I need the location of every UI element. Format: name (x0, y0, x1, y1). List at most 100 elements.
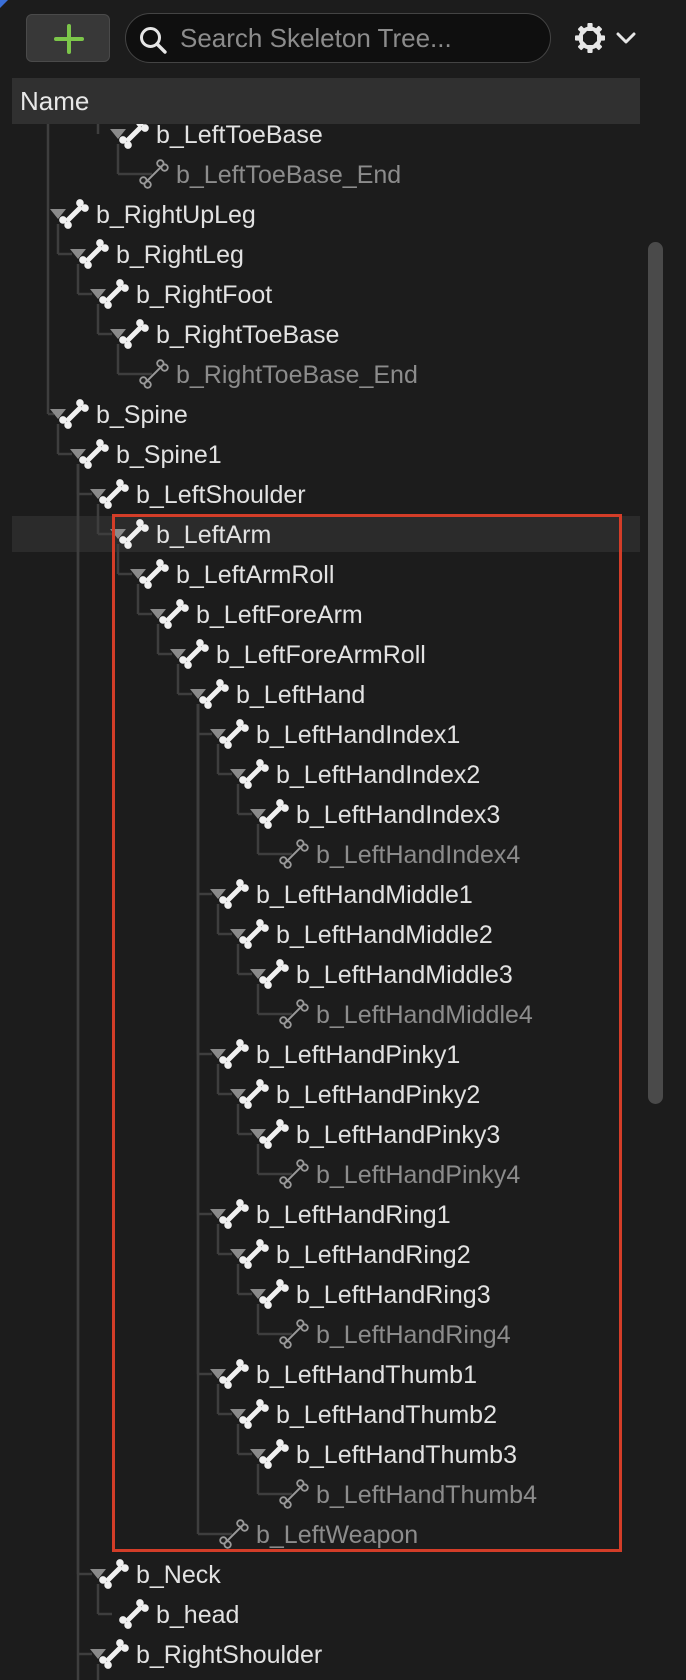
bone-label: b_LeftHandPinky1 (256, 1041, 460, 1069)
bone-icon (219, 1199, 249, 1229)
tree-row[interactable]: b_LeftHandMiddle4 (279, 999, 533, 1029)
bone-label: b_LeftHandRing1 (256, 1201, 451, 1229)
bone-icon (199, 679, 229, 709)
vertical-scrollbar[interactable] (648, 242, 663, 1104)
bone-label: b_LeftArm (156, 521, 271, 549)
bone-icon (219, 879, 249, 909)
tree-row[interactable]: b_LeftShoulder (90, 478, 306, 511)
tree-row[interactable]: b_LeftHandPinky4 (279, 1159, 521, 1189)
tree-row[interactable]: b_LeftHandRing2 (230, 1238, 471, 1271)
bone-icon (179, 639, 209, 669)
bone-icon (119, 319, 149, 349)
tree-row[interactable]: b_LeftHandRing3 (250, 1278, 491, 1311)
bone-icon (259, 959, 289, 989)
bone-icon (239, 759, 269, 789)
tree-row[interactable]: b_LeftHandIndex2 (230, 758, 480, 791)
bone-icon (59, 199, 89, 229)
tree-row[interactable]: b_LeftHandIndex3 (250, 798, 500, 831)
tree-row[interactable]: b_LeftWeapon (219, 1519, 418, 1549)
tree-row[interactable]: b_LeftHandMiddle3 (250, 958, 513, 991)
bone-label: b_LeftHandRing3 (296, 1281, 491, 1309)
bone-label: b_Spine (96, 401, 188, 429)
bone-label: b_LeftHandPinky4 (316, 1161, 520, 1189)
tree-row[interactable]: b_LeftHandPinky1 (210, 1038, 460, 1071)
bone-icon (239, 1079, 269, 1109)
tree-row[interactable]: b_LeftHandPinky3 (250, 1118, 500, 1151)
tree-row[interactable]: b_RightFoot (90, 278, 272, 311)
skeleton-tree[interactable]: b_LeftToeBase b_LeftToeBase_End b_RightUpL… (0, 124, 640, 1680)
bone-label: b_head (156, 1601, 239, 1629)
tree-row[interactable]: b_RightToeBase_End (139, 359, 418, 389)
tree-row[interactable]: b_LeftHandThumb1 (210, 1358, 477, 1391)
tree-row[interactable]: b_Neck (90, 1558, 221, 1591)
bone-label: b_LeftHandThumb4 (316, 1481, 537, 1509)
bone-icon (159, 599, 189, 629)
bone-icon (219, 1039, 249, 1069)
tree-row[interactable]: b_LeftToeBase_End (139, 159, 401, 189)
tree-row[interactable]: b_LeftHandPinky2 (230, 1078, 480, 1111)
search-icon (140, 27, 167, 54)
bone-label: b_Neck (136, 1561, 221, 1589)
column-header-name[interactable]: Name (12, 78, 640, 124)
bone-icon (219, 1359, 249, 1389)
gear-icon (575, 23, 605, 53)
tree-row[interactable]: b_RightShoulder (90, 1638, 322, 1671)
bone-icon (259, 1119, 289, 1149)
tree-row[interactable]: b_LeftHandThumb2 (230, 1398, 497, 1431)
bone-label: b_LeftToeBase (156, 124, 323, 149)
bone-icon (239, 919, 269, 949)
tree-row[interactable]: b_RightToeBase (110, 318, 339, 351)
bone-icon (119, 124, 149, 149)
bone-label: b_LeftHandIndex1 (256, 721, 460, 749)
bone-icon (259, 799, 289, 829)
tree-row[interactable]: b_LeftForeArmRoll (170, 638, 426, 671)
bone-label: b_LeftHandRing2 (276, 1241, 471, 1269)
bone-icon (239, 1399, 269, 1429)
bone-label: b_LeftShoulder (136, 481, 306, 509)
bone-icon (99, 1639, 129, 1669)
tree-row[interactable]: b_LeftToeBase (110, 124, 323, 150)
bone-icon (219, 719, 249, 749)
tree-row[interactable]: b_LeftHandRing4 (279, 1319, 511, 1349)
bone-label: b_LeftForeArmRoll (216, 641, 426, 669)
bone-label: b_LeftHand (236, 681, 365, 709)
search-input[interactable] (180, 14, 540, 62)
bone-label: b_RightLeg (116, 241, 244, 269)
tree-row[interactable]: b_LeftHandIndex1 (210, 718, 460, 751)
tree-row[interactable]: b_LeftHandMiddle2 (230, 918, 493, 951)
bone-label: b_RightShoulder (136, 1641, 322, 1669)
bone-label: b_LeftHandIndex2 (276, 761, 480, 789)
settings-menu-button[interactable] (572, 18, 642, 58)
bone-label: b_LeftArmRoll (176, 561, 334, 589)
tree-row[interactable]: b_LeftHandMiddle1 (210, 878, 473, 911)
tree-row[interactable]: b_head (118, 1598, 240, 1631)
tree-row[interactable]: b_LeftArmRoll (130, 558, 334, 591)
tree-row[interactable]: b_LeftHandThumb4 (279, 1479, 537, 1509)
tree-row[interactable]: b_LeftHand (190, 678, 365, 711)
chevron-down-icon (616, 32, 636, 44)
tree-row[interactable]: b_Spine1 (70, 438, 222, 471)
bone-label: b_Spine1 (116, 441, 222, 469)
bone-label: b_LeftHandMiddle4 (316, 1001, 533, 1029)
tree-row[interactable]: b_Spine (50, 398, 188, 431)
tree-row[interactable]: b_RightUpLeg (50, 198, 256, 231)
bone-icon (99, 1559, 129, 1589)
tree-row[interactable]: b_LeftHandThumb3 (250, 1438, 517, 1471)
add-button[interactable] (26, 14, 110, 62)
tree-row[interactable]: b_LeftForeArm (150, 598, 363, 631)
bone-label: b_LeftHandMiddle2 (276, 921, 493, 949)
tree-row[interactable]: b_RightLeg (70, 238, 244, 271)
tree-row[interactable]: b_LeftHandRing1 (210, 1198, 451, 1231)
column-header-label: Name (20, 86, 90, 116)
tree-row[interactable]: b_LeftHandIndex4 (279, 839, 521, 869)
bone-label: b_LeftWeapon (256, 1521, 418, 1549)
bone-icon (139, 559, 169, 589)
bone-label: b_RightUpLeg (96, 201, 256, 229)
search-box[interactable] (125, 13, 551, 63)
bone-label: b_LeftForeArm (196, 601, 363, 629)
bone-label: b_LeftHandThumb2 (276, 1401, 497, 1429)
bone-label: b_LeftHandRing4 (316, 1321, 511, 1349)
bone-label: b_LeftHandPinky3 (296, 1121, 500, 1149)
bone-label: b_LeftHandIndex4 (316, 841, 520, 869)
bone-icon (59, 399, 89, 429)
